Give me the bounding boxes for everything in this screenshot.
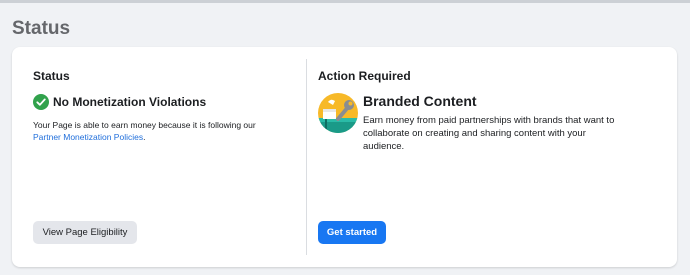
branded-content-title: Branded Content [363,93,477,109]
status-row: No Monetization Violations [33,93,206,111]
status-panel-title: Status [33,69,70,83]
page-section-title: Status [12,18,71,39]
status-label: No Monetization Violations [53,95,207,109]
get-started-button[interactable]: Get started [318,221,386,244]
top-divider [0,0,690,3]
status-description-end: . [143,132,146,142]
branded-content-icon [318,93,358,133]
partner-monetization-policies-link[interactable]: Partner Monetization Policies [33,132,143,142]
check-circle-icon [33,94,49,110]
panel-divider [306,59,307,255]
status-card: Status No Monetization Violations Your P… [12,47,677,267]
action-required-title: Action Required [318,69,411,83]
branded-content-description: Earn money from paid partnerships with b… [363,115,615,152]
status-panel: Status No Monetization Violations Your P… [33,47,295,267]
status-description-text: Your Page is able to earn money because … [33,120,256,130]
status-description: Your Page is able to earn money because … [33,119,283,143]
view-page-eligibility-button[interactable]: View Page Eligibility [33,221,137,244]
action-required-panel: Action Required Branded Content Earn mon… [318,47,663,267]
